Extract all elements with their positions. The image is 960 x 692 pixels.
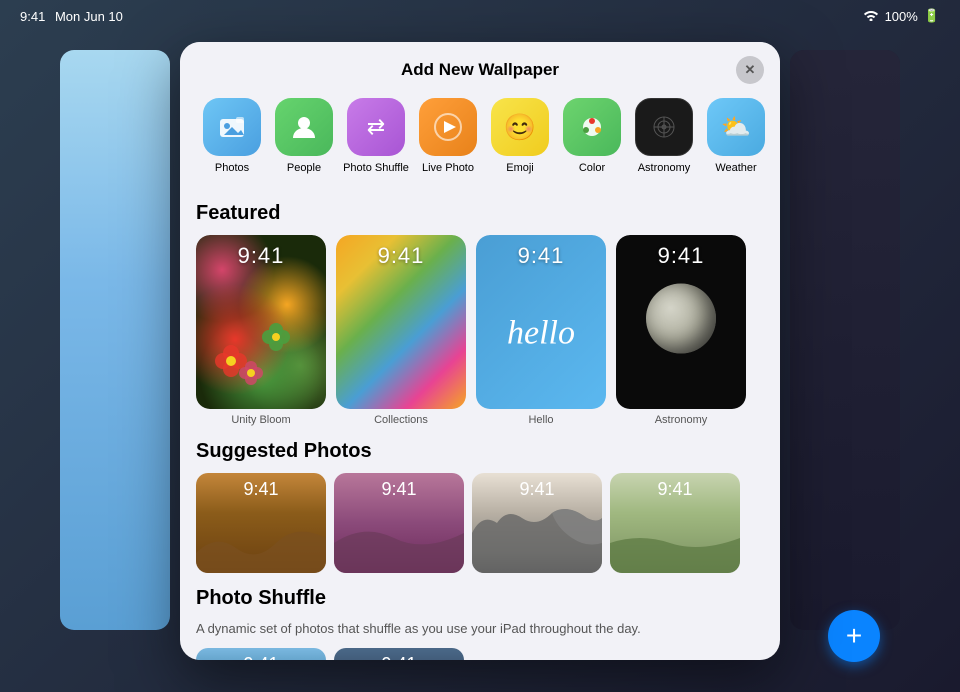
category-color[interactable]: Color [556, 98, 628, 174]
featured-section-header: Featured [196, 202, 764, 225]
hello-label: Hello [476, 414, 606, 426]
photos-label: Photos [215, 162, 249, 174]
photo2-time: 9:41 [334, 479, 464, 500]
featured-card-unity-bloom[interactable]: 9:41 [196, 235, 326, 426]
modal-header: Add New Wallpaper ✕ [180, 42, 780, 90]
color-icon [563, 98, 621, 156]
photo1-time: 9:41 [196, 479, 326, 500]
astronomy-card-time: 9:41 [616, 243, 746, 269]
astronomy-label: Astronomy [638, 162, 691, 174]
photo3-time: 9:41 [472, 479, 602, 500]
wallpaper-preview-right [790, 50, 900, 630]
shuffle2-time: 9:41 [334, 654, 464, 660]
shuffle-card-2[interactable]: 9:41 [334, 648, 464, 660]
suggested-photo-3[interactable]: 9:41 [472, 473, 602, 573]
shuffle1-time: 9:41 [196, 654, 326, 660]
photo4-time: 9:41 [610, 479, 740, 500]
featured-grid: 9:41 [196, 235, 764, 426]
category-weather[interactable]: ⛅ Weather [700, 98, 772, 174]
photos-icon [203, 98, 261, 156]
category-row: Photos People ⇄ Photo Shuffle [180, 90, 780, 188]
emoji-icon: 😊 [491, 98, 549, 156]
featured-card-collections[interactable]: 9:41 Collections [336, 235, 466, 426]
category-people[interactable]: People [268, 98, 340, 174]
emoji-label: Emoji [506, 162, 534, 174]
collections-label: Collections [336, 414, 466, 426]
wallpaper-preview-left [60, 50, 170, 630]
category-astronomy[interactable]: Astronomy [628, 98, 700, 174]
status-bar: 9:41 Mon Jun 10 100% 🔋 [0, 8, 960, 24]
weather-icon: ⛅ [707, 98, 765, 156]
battery-icon: 🔋 [924, 8, 940, 24]
people-icon [275, 98, 333, 156]
status-time: 9:41 [20, 9, 45, 24]
wallpaper-modal: Add New Wallpaper ✕ Photos [180, 42, 780, 660]
suggested-photos-header: Suggested Photos [196, 440, 764, 463]
collections-time: 9:41 [336, 243, 466, 269]
featured-card-astronomy[interactable]: 9:41 Astronomy [616, 235, 746, 426]
astronomy-card-label: Astronomy [616, 414, 746, 426]
live-photo-icon [419, 98, 477, 156]
shuffle-card-1[interactable]: 9:41 [196, 648, 326, 660]
photo-shuffle-section-header: Photo Shuffle [196, 587, 764, 610]
suggested-photo-1[interactable]: 9:41 [196, 473, 326, 573]
suggested-photos-grid: 9:41 9:41 9:41 9:41 [196, 473, 764, 573]
live-photo-label: Live Photo [422, 162, 474, 174]
status-time-date: 9:41 Mon Jun 10 [20, 9, 123, 24]
modal-title: Add New Wallpaper [401, 60, 559, 80]
category-photo-shuffle[interactable]: ⇄ Photo Shuffle [340, 98, 412, 174]
weather-label: Weather [715, 162, 756, 174]
collections-image: 9:41 [336, 235, 466, 409]
featured-card-hello[interactable]: 9:41 hello Hello [476, 235, 606, 426]
close-button[interactable]: ✕ [736, 56, 764, 84]
category-live-photo[interactable]: Live Photo [412, 98, 484, 174]
add-icon: + [846, 620, 862, 652]
photo-shuffle-icon: ⇄ [347, 98, 405, 156]
people-label: People [287, 162, 321, 174]
unity-bloom-time: 9:41 [196, 243, 326, 269]
suggested-photo-4[interactable]: 9:41 [610, 473, 740, 573]
status-date: Mon Jun 10 [55, 9, 123, 24]
modal-scroll-content[interactable]: Featured 9:41 [180, 188, 780, 660]
hello-time: 9:41 [476, 243, 606, 269]
moon-graphic [646, 284, 716, 354]
photo-shuffle-description: A dynamic set of photos that shuffle as … [196, 620, 764, 638]
hello-image: 9:41 hello [476, 235, 606, 409]
close-icon: ✕ [745, 62, 756, 78]
battery-label: 100% [885, 9, 918, 24]
astronomy-icon [635, 98, 693, 156]
astronomy-image: 9:41 [616, 235, 746, 409]
add-wallpaper-button[interactable]: + [828, 610, 880, 662]
hello-text: hello [476, 314, 606, 352]
photo-shuffle-grid: 9:41 9:41 [196, 648, 764, 660]
suggested-photo-2[interactable]: 9:41 [334, 473, 464, 573]
wifi-icon [863, 9, 879, 24]
unity-bloom-image: 9:41 [196, 235, 326, 409]
unity-bloom-label: Unity Bloom [196, 414, 326, 426]
color-label: Color [579, 162, 605, 174]
category-photos[interactable]: Photos [196, 98, 268, 174]
status-right: 100% 🔋 [863, 8, 940, 24]
photo-shuffle-label: Photo Shuffle [343, 162, 409, 174]
category-emoji[interactable]: 😊 Emoji [484, 98, 556, 174]
